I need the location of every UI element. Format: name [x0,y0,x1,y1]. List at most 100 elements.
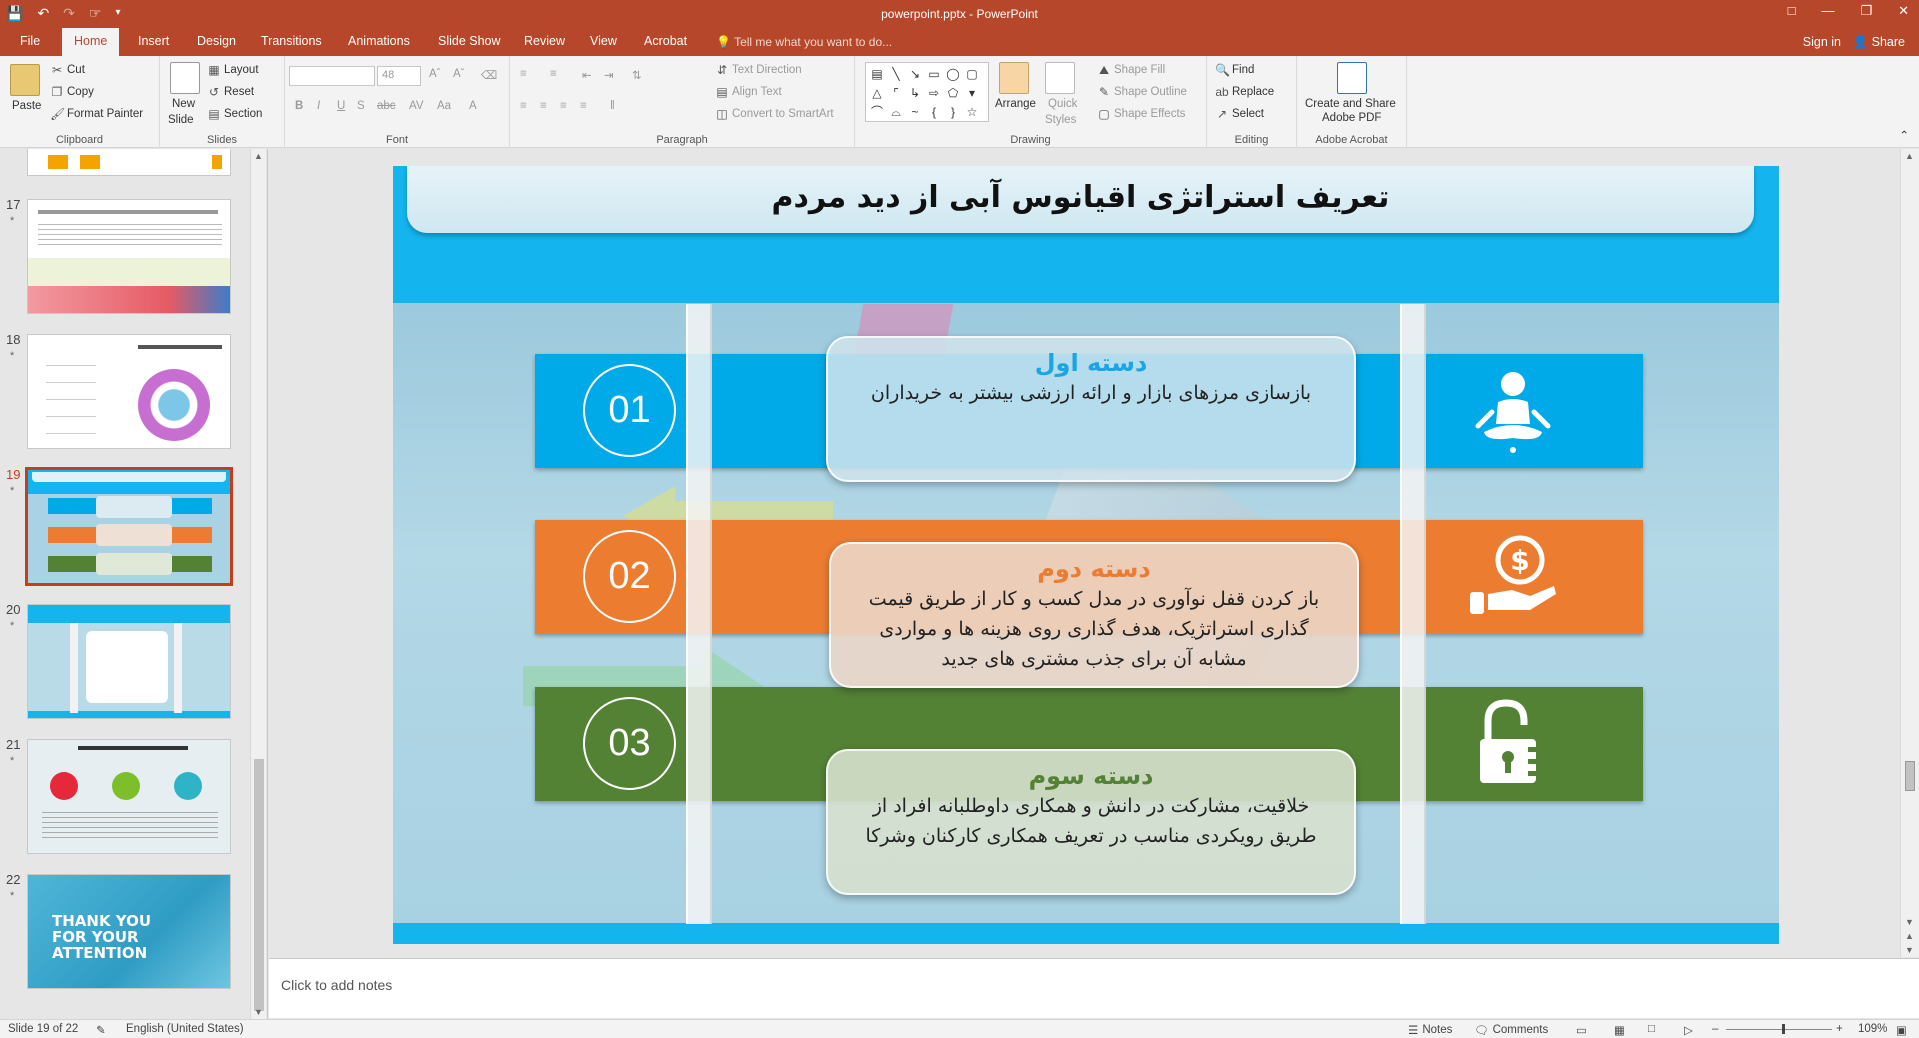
zoom-in-icon[interactable]: + [1836,1023,1843,1035]
slide-thumbnail-19[interactable] [25,467,233,586]
previous-slide-icon[interactable]: ▲ [1905,931,1914,941]
scrollbar-thumb[interactable] [254,759,264,1011]
replace-button[interactable]: ab Replace [1215,85,1274,99]
sign-in-link[interactable]: Sign in [1803,35,1841,49]
slide-thumbnail-17[interactable] [27,199,231,314]
reset-button[interactable]: ↺ Reset [207,85,254,99]
tab-review[interactable]: Review [524,34,565,48]
create-pdf-icon[interactable] [1337,62,1367,94]
shadow-icon[interactable]: S [357,100,365,112]
arrange-icon[interactable] [999,62,1029,94]
slide-sorter-icon[interactable]: ▦ [1614,1023,1625,1037]
tab-animations[interactable]: Animations [348,34,410,48]
copy-button[interactable]: ❐ Copy [50,85,94,99]
shape-fill-button[interactable]: ⛰ Shape Fill [1097,63,1165,77]
textbox-shape-icon[interactable]: ▤ [868,65,886,83]
new-slide-icon[interactable] [170,62,200,94]
rounded-rect-icon[interactable]: ▢ [963,65,981,83]
reading-view-icon[interactable]: □ [1648,1023,1655,1035]
minimize-icon[interactable]: — [1821,3,1834,19]
align-right-icon[interactable]: ≡ [560,100,567,112]
scroll-up-icon[interactable]: ▲ [254,151,263,161]
quick-styles-button[interactable]: Quick [1048,98,1077,110]
pentagon-shape-icon[interactable]: ⬠ [944,84,962,102]
line-spacing-icon[interactable]: ⇅ [632,68,642,82]
columns-icon[interactable]: ‖ [610,100,615,112]
spellcheck-icon[interactable]: ✎ [96,1023,106,1037]
clear-format-icon[interactable]: ⌫ [481,68,497,82]
new-slide-button-2[interactable]: Slide [168,114,194,126]
rectangle-shape-icon[interactable]: ▭ [925,65,943,83]
zoom-slider-thumb[interactable] [1782,1024,1785,1034]
brace-right-icon[interactable]: } [944,103,962,121]
cut-button[interactable]: ✂ Cut [50,63,85,77]
align-text-button[interactable]: ▤ Align Text [715,85,781,99]
ribbon-display-icon[interactable]: □ [1788,3,1796,19]
bold-icon[interactable]: B [295,100,303,112]
tell-me-box[interactable]: 💡 Tell me what you want to do... [716,35,892,49]
increase-indent-icon[interactable]: ⇥ [604,68,614,82]
comments-toggle[interactable]: 🗨 Comments [1474,1023,1548,1037]
paste-button[interactable]: Paste [12,100,41,112]
select-button[interactable]: ↗ Select [1215,107,1264,121]
tab-design[interactable]: Design [197,34,236,48]
notes-placeholder[interactable]: Click to add notes [281,977,392,993]
current-slide[interactable]: تعریف استراتژی اقیانوس آبی از دید مردم 0… [393,166,1779,944]
find-button[interactable]: 🔍 Find [1215,63,1254,77]
fit-slide-icon[interactable]: ▣ [1896,1023,1907,1037]
create-pdf-button[interactable]: Create and Share [1305,98,1396,110]
wave-shape-icon[interactable]: ~ [906,103,924,121]
scrollbar-thumb[interactable] [1905,761,1915,791]
align-left-icon[interactable]: ≡ [520,100,527,112]
shapes-gallery[interactable]: ▤ ╲ ↘ ▭ ◯ ▢ △ ⌜ ↳ ⇨ ⬠ ▾ ⌒ ⌓ ~{} ☆ [865,62,989,122]
language-indicator[interactable]: English (United States) [126,1023,244,1035]
zoom-level[interactable]: 109% [1858,1023,1887,1035]
tab-home[interactable]: Home [62,28,120,56]
slide-thumbnail-21[interactable] [27,739,231,854]
slide-thumbnail-16[interactable] [27,149,231,176]
star-shape-icon[interactable]: ☆ [963,103,981,121]
zoom-out-icon[interactable]: – [1712,1023,1718,1035]
content-card-3[interactable]: دسته سوم خلاقیت، مشارکت در دانش و همکاری… [826,749,1356,895]
paste-icon[interactable] [10,64,40,96]
next-slide-icon[interactable]: ▼ [1905,945,1914,955]
collapse-ribbon-icon[interactable]: ⌃ [1899,128,1909,142]
arrow-line-icon[interactable]: ↘ [906,65,924,83]
layout-button[interactable]: ▦ Layout [207,63,258,77]
new-slide-button[interactable]: New [172,98,195,110]
title-box[interactable]: تعریف استراتژی اقیانوس آبی از دید مردم [407,166,1754,233]
tab-insert[interactable]: Insert [138,34,169,48]
brace-left-icon[interactable]: { [925,103,943,121]
underline-icon[interactable]: U [337,100,345,112]
thumbnail-scrollbar[interactable]: ▲ ▼ [250,149,266,1019]
slideshow-icon[interactable]: ▷ [1684,1023,1693,1037]
change-case-icon[interactable]: Aa [437,100,451,112]
scroll-down-icon[interactable]: ▼ [1905,917,1914,927]
shrink-font-icon[interactable]: Aˇ [453,68,465,80]
oval-shape-icon[interactable]: ◯ [944,65,962,83]
right-arrow-shape-icon[interactable]: ⇨ [925,84,943,102]
scroll-down-icon[interactable]: ▼ [254,1007,263,1017]
share-button[interactable]: 👤 Share [1853,35,1905,50]
elbow-arrow-icon[interactable]: ↳ [906,84,924,102]
shape-effects-button[interactable]: ▢ Shape Effects [1097,107,1185,121]
more-shapes-icon[interactable]: ▾ [963,84,981,102]
scroll-up-icon[interactable]: ▲ [1905,151,1914,161]
curve-shape-icon[interactable]: ⌒ [868,103,886,121]
line-shape-icon[interactable]: ╲ [887,65,905,83]
arrange-button[interactable]: Arrange [995,98,1036,110]
grow-font-icon[interactable]: Aˆ [429,68,441,80]
zoom-slider[interactable] [1726,1029,1832,1030]
tab-transitions[interactable]: Transitions [261,34,322,48]
slide-scrollbar[interactable]: ▲ ▼ ▲ ▼ [1900,149,1919,957]
close-icon[interactable]: ✕ [1898,3,1909,19]
restore-icon[interactable]: ❐ [1860,3,1872,19]
strikethrough-icon[interactable]: abc [377,100,396,112]
tab-acrobat[interactable]: Acrobat [644,34,687,48]
quick-styles-button-2[interactable]: Styles [1045,114,1076,126]
shape-outline-button[interactable]: ✎ Shape Outline [1097,85,1187,99]
slide-title[interactable]: تعریف استراتژی اقیانوس آبی از دید مردم [407,180,1754,215]
justify-icon[interactable]: ≡ [580,100,587,112]
font-name-box[interactable] [289,66,375,86]
slide-thumbnail-22[interactable]: THANK YOU FOR YOUR ATTENTION [27,874,231,989]
